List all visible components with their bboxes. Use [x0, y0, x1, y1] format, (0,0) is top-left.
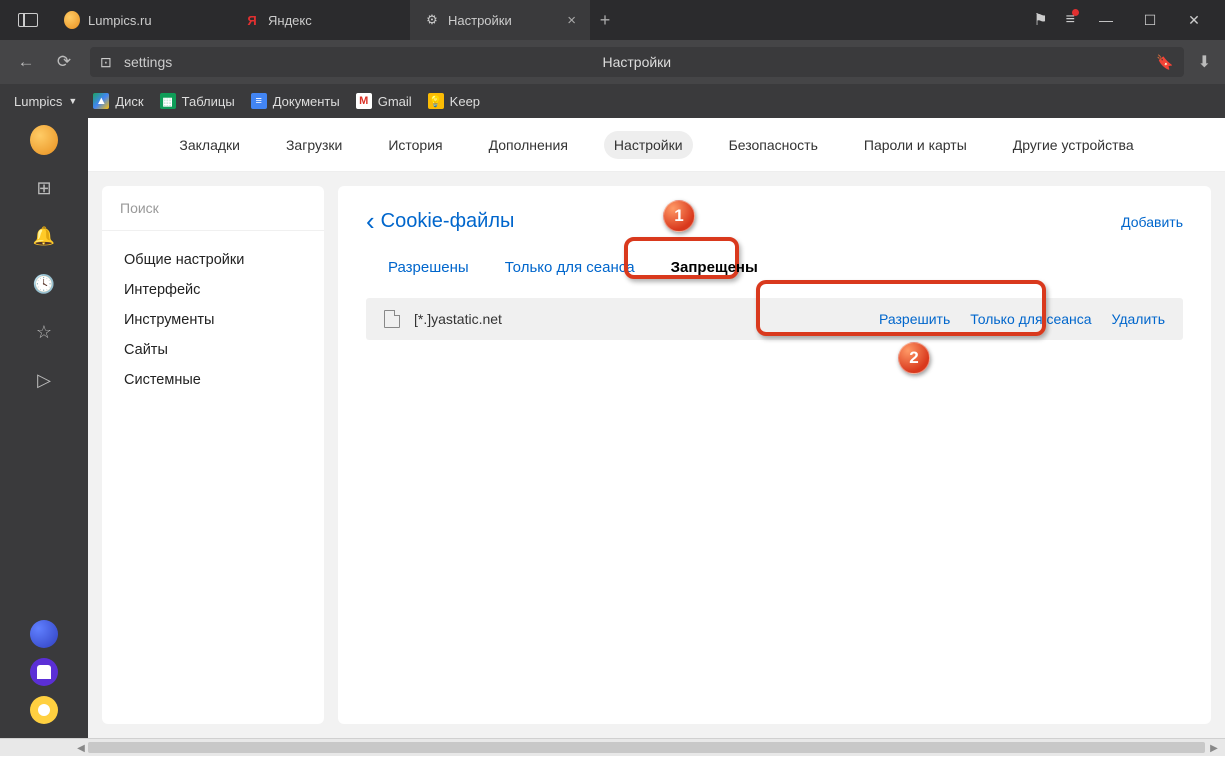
reload-button[interactable]: ⟳ [52, 52, 76, 72]
url-text: settings [124, 54, 172, 70]
bookmark-label: Gmail [378, 94, 412, 109]
addressbar: ← ⟳ ⊡ settings Настройки 🔖 ⬇ [0, 40, 1225, 84]
close-tab-icon[interactable]: × [547, 12, 576, 29]
scroll-thumb[interactable] [88, 742, 1205, 753]
bookmark-sheets[interactable]: ▦ Таблицы [160, 93, 235, 109]
lumpics-favicon-icon [64, 12, 80, 28]
search-input[interactable]: Поиск [102, 186, 324, 231]
sidebar: ⊞ 🔔 🕓 ☆ ▷ [0, 118, 88, 738]
nav-devices[interactable]: Другие устройства [1003, 131, 1144, 159]
titlebar: Lumpics.ru Я Яндекс ⚙ Настройки × + ⚑ ≡ … [0, 0, 1225, 40]
action-delete[interactable]: Удалить [1112, 311, 1165, 327]
tab-yandex[interactable]: Я Яндекс [230, 0, 410, 40]
tab-label: Lumpics.ru [88, 13, 152, 28]
sidebar-app-1-icon[interactable] [30, 620, 58, 648]
tab-label: Настройки [448, 13, 512, 28]
bookmark-label: Документы [273, 94, 340, 109]
star-icon[interactable]: ☆ [30, 318, 58, 346]
back-to-cookies-link[interactable]: Cookie-файлы [366, 210, 514, 233]
extensions-icon[interactable]: ≡ [1066, 11, 1075, 29]
sidebar-item-system[interactable]: Системные [102, 365, 324, 395]
bookmark-docs[interactable]: ≡ Документы [251, 93, 340, 109]
nav-bookmarks[interactable]: Закладки [169, 131, 250, 159]
docs-icon: ≡ [251, 93, 267, 109]
play-icon[interactable]: ▷ [30, 366, 58, 394]
document-icon [384, 310, 400, 328]
maximize-button[interactable]: ☐ [1137, 12, 1163, 29]
sidebar-item-sites[interactable]: Сайты [102, 335, 324, 365]
bookmark-label: Lumpics [14, 94, 62, 109]
gmail-icon: M [356, 93, 372, 109]
sidebar-item-general[interactable]: Общие настройки [102, 245, 324, 275]
site-row[interactable]: [*.]yastatic.net Разрешить Только для се… [366, 298, 1183, 340]
cookie-settings-panel: Cookie-файлы Добавить Разрешены Только д… [338, 186, 1211, 724]
bookmark-icon[interactable]: 🔖 [1156, 54, 1173, 71]
tab-lumpics[interactable]: Lumpics.ru [50, 0, 230, 40]
bookmark-keep[interactable]: 💡 Keep [428, 93, 480, 109]
sidebar-app-2-icon[interactable] [30, 658, 58, 686]
gear-icon: ⚙ [424, 12, 440, 28]
nav-security[interactable]: Безопасность [719, 131, 828, 159]
yandex-favicon-icon: Я [244, 12, 260, 28]
cookie-sub-tabs: Разрешены Только для сеанса Запрещены [366, 255, 1183, 280]
tab-settings[interactable]: ⚙ Настройки × [410, 0, 590, 40]
history-clock-icon[interactable]: 🕓 [30, 270, 58, 298]
horizontal-scrollbar[interactable]: ◀ ▶ [0, 738, 1225, 756]
bookmark-label: Диск [115, 94, 143, 109]
page-title: Настройки [602, 54, 671, 70]
bookmark-label: Таблицы [182, 94, 235, 109]
sheets-icon: ▦ [160, 93, 176, 109]
tab-allowed[interactable]: Разрешены [386, 255, 471, 280]
scroll-right-icon[interactable]: ▶ [1205, 739, 1223, 757]
tab-label: Яндекс [268, 13, 312, 28]
tab-session-only[interactable]: Только для сеанса [503, 255, 637, 280]
site-domain: [*.]yastatic.net [414, 311, 502, 327]
settings-top-nav: Закладки Загрузки История Дополнения Нас… [88, 118, 1225, 172]
nav-history[interactable]: История [378, 131, 452, 159]
chevron-down-icon: ▼ [68, 96, 77, 106]
back-button[interactable]: ← [14, 52, 38, 72]
tab-blocked[interactable]: Запрещены [669, 255, 760, 280]
tableau-icon[interactable]: ⚑ [1033, 10, 1047, 30]
bookmarkbar: Lumpics ▼ ▲ Диск ▦ Таблицы ≡ Документы M… [0, 84, 1225, 118]
minimize-button[interactable]: — [1093, 12, 1119, 28]
tableau-grid-icon[interactable]: ⊞ [30, 174, 58, 202]
bookmark-disk[interactable]: ▲ Диск [93, 93, 143, 109]
action-allow[interactable]: Разрешить [879, 311, 950, 327]
annotation-badge-1: 1 [663, 200, 695, 232]
nav-downloads[interactable]: Загрузки [276, 131, 352, 159]
sidebar-item-tools[interactable]: Инструменты [102, 305, 324, 335]
address-input[interactable]: ⊡ settings Настройки 🔖 [90, 47, 1184, 77]
sidebar-app-3-icon[interactable] [30, 696, 58, 724]
nav-settings[interactable]: Настройки [604, 131, 693, 159]
add-site-link[interactable]: Добавить [1121, 214, 1183, 230]
site-info-icon[interactable]: ⊡ [100, 54, 118, 71]
profile-orange-icon[interactable] [30, 126, 58, 154]
back-link-label: Cookie-файлы [381, 210, 515, 233]
bookmark-label: Keep [450, 94, 480, 109]
nav-addons[interactable]: Дополнения [479, 131, 578, 159]
new-tab-button[interactable]: + [590, 10, 620, 31]
sidebar-item-interface[interactable]: Интерфейс [102, 275, 324, 305]
annotation-badge-2: 2 [898, 342, 930, 374]
action-session[interactable]: Только для сеанса [970, 311, 1091, 327]
site-actions: Разрешить Только для сеанса Удалить [879, 311, 1165, 327]
close-window-button[interactable]: ✕ [1181, 12, 1207, 29]
drive-icon: ▲ [93, 93, 109, 109]
downloads-button[interactable]: ⬇ [1198, 52, 1211, 72]
nav-passwords[interactable]: Пароли и карты [854, 131, 977, 159]
bookmark-gmail[interactable]: M Gmail [356, 93, 412, 109]
bookmark-lumpics[interactable]: Lumpics ▼ [14, 94, 77, 109]
settings-sidebar: Поиск Общие настройки Интерфейс Инструме… [102, 186, 324, 724]
sidebar-toggle-icon[interactable] [18, 13, 38, 27]
keep-icon: 💡 [428, 93, 444, 109]
bell-icon[interactable]: 🔔 [30, 222, 58, 250]
